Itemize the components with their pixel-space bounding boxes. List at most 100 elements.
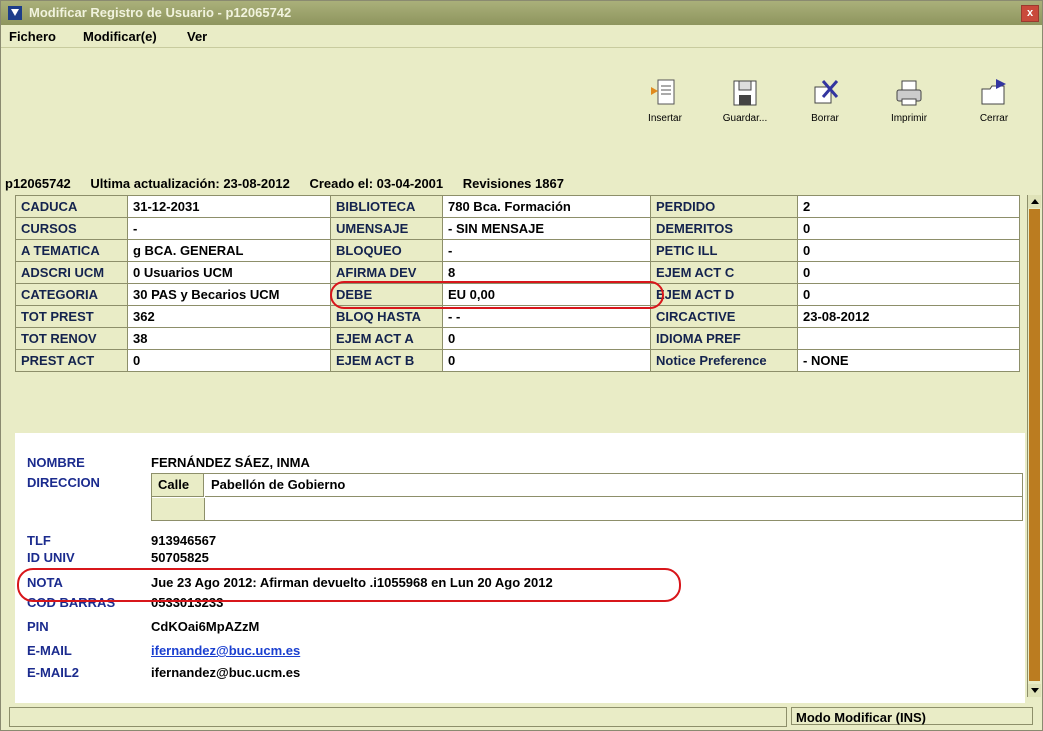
field-value[interactable]: 0 [442, 349, 651, 372]
field-label: CADUCA [15, 195, 128, 218]
menu-ver[interactable]: Ver [187, 29, 207, 44]
vertical-scrollbar[interactable] [1027, 195, 1041, 697]
field-label: ADSCRI UCM [15, 261, 128, 284]
insertar-button[interactable]: Insertar [635, 77, 695, 124]
email-label: E-MAIL [27, 643, 72, 658]
field-value[interactable]: 0 [442, 327, 651, 350]
pin-label: PIN [27, 619, 49, 634]
field-label: EJEM ACT D [650, 283, 798, 306]
grid-row: PREST ACT 0 EJEM ACT B 0 Notice Preference - … [15, 349, 1020, 372]
field-label: PETIC ILL [650, 239, 798, 262]
borrar-label: Borrar [811, 113, 839, 124]
field-label: TOT PREST [15, 305, 128, 328]
field-value[interactable]: 362 [127, 305, 331, 328]
field-label: A TEMATICA [15, 239, 128, 262]
field-label: IDIOMA PREF [650, 327, 798, 350]
field-label: EJEM ACT A [330, 327, 443, 350]
field-value[interactable]: 0 [797, 217, 1020, 240]
printer-icon [896, 80, 922, 106]
field-value[interactable]: g BCA. GENERAL [127, 239, 331, 262]
borrar-button[interactable]: Borrar [795, 77, 855, 124]
id-univ-label: ID UNIV [27, 550, 75, 565]
nombre-label: NOMBRE [27, 455, 85, 470]
field-value[interactable]: 38 [127, 327, 331, 350]
status-bar: Modo Modificar (INS) [9, 707, 1039, 727]
close-folder-icon [981, 79, 1006, 105]
insert-document-icon [651, 79, 675, 105]
nombre-value[interactable]: FERNÁNDEZ SÁEZ, INMA [151, 455, 310, 470]
delete-icon [814, 80, 839, 104]
id-univ-value[interactable]: 50705825 [151, 550, 209, 565]
calle-label: Calle [152, 474, 204, 497]
last-updated: Ultima actualización: 23-08-2012 [90, 176, 290, 191]
field-value[interactable] [797, 327, 1020, 350]
field-label: EJEM ACT B [330, 349, 443, 372]
grid-row: CADUCA 31-12-2031 BIBLIOTECA 780 Bca. Forma… [15, 195, 1020, 218]
field-label: CURSOS [15, 217, 128, 240]
field-value[interactable]: 0 [797, 261, 1020, 284]
field-label: TOT RENOV [15, 327, 128, 350]
nota-highlight [17, 568, 681, 602]
address-table: Calle Pabellón de Gobierno [151, 473, 1023, 521]
save-disk-icon [733, 80, 757, 106]
menu-bar: Fichero Modificar(e) Ver [1, 25, 1042, 48]
guardar-label: Guardar... [722, 113, 768, 124]
grid-row: TOT RENOV 38 EJEM ACT A 0 IDIOMA PREF [15, 327, 1020, 350]
field-value[interactable]: 0 Usuarios UCM [127, 261, 331, 284]
cerrar-label: Cerrar [979, 113, 1009, 124]
direccion-label: DIRECCION [27, 475, 100, 490]
field-value[interactable]: 0 [127, 349, 331, 372]
field-value[interactable]: 30 PAS y Becarios UCM [127, 283, 331, 306]
title-bar[interactable]: Modificar Registro de Usuario - p1206574… [1, 1, 1042, 25]
window: Modificar Registro de Usuario - p1206574… [0, 0, 1043, 731]
field-label: Notice Preference [650, 349, 798, 372]
email2-value[interactable]: ifernandez@buc.ucm.es [151, 665, 300, 680]
tlf-label: TLF [27, 533, 51, 548]
imprimir-label: Imprimir [890, 113, 928, 124]
field-value[interactable]: 780 Bca. Formación [442, 195, 651, 218]
calle-value[interactable]: Pabellón de Gobierno [205, 474, 1022, 497]
field-value[interactable]: - [442, 239, 651, 262]
tlf-value[interactable]: 913946567 [151, 533, 216, 548]
cerrar-button[interactable]: Cerrar [964, 77, 1024, 124]
window-title: Modificar Registro de Usuario - p1206574… [29, 5, 292, 20]
field-value[interactable]: 2 [797, 195, 1020, 218]
field-label: EJEM ACT C [650, 261, 798, 284]
field-label: BIBLIOTECA [330, 195, 443, 218]
imprimir-button[interactable]: Imprimir [879, 77, 939, 124]
grid-row: A TEMATICA g BCA. GENERAL BLOQUEO - PETIC IL… [15, 239, 1020, 262]
scroll-down-icon[interactable] [1028, 684, 1041, 697]
created-date: Creado el: 03-04-2001 [309, 176, 444, 191]
field-label: CIRCACTIVE [650, 305, 798, 328]
email-link[interactable]: ifernandez@buc.ucm.es [151, 643, 300, 658]
field-label: PERDIDO [650, 195, 798, 218]
close-icon[interactable]: x [1021, 5, 1039, 22]
grid-row: CURSOS - UMENSAJE - SIN MENSAJE DEMERITOS 0 [15, 217, 1020, 240]
pin-value[interactable]: CdKOai6MpAZzM [151, 619, 259, 634]
menu-fichero[interactable]: Fichero [9, 29, 56, 44]
field-value[interactable]: - SIN MENSAJE [442, 217, 651, 240]
menu-modificar[interactable]: Modificar(e) [83, 29, 157, 44]
record-info-line: p12065742 Ultima actualización: 23-08-20… [5, 176, 580, 191]
insertar-label: Insertar [648, 113, 682, 124]
afirma-dev-highlight [330, 281, 664, 309]
revisions-count: Revisiones 1867 [462, 176, 564, 191]
field-value[interactable]: 31-12-2031 [127, 195, 331, 218]
field-label: CATEGORIA [15, 283, 128, 306]
address-empty-cell[interactable] [152, 498, 205, 520]
status-message [9, 707, 787, 727]
field-value[interactable]: - NONE [797, 349, 1020, 372]
field-value[interactable]: 23-08-2012 [797, 305, 1020, 328]
scroll-thumb[interactable] [1029, 209, 1040, 681]
field-label: BLOQUEO [330, 239, 443, 262]
field-label: UMENSAJE [330, 217, 443, 240]
field-label: PREST ACT [15, 349, 128, 372]
app-icon [8, 6, 22, 20]
guardar-button[interactable]: Guardar... [715, 77, 775, 124]
field-value[interactable]: - [127, 217, 331, 240]
field-value[interactable]: 0 [797, 283, 1020, 306]
scroll-up-icon[interactable] [1028, 195, 1041, 208]
record-id: p12065742 [5, 176, 71, 191]
field-value[interactable]: 0 [797, 239, 1020, 262]
field-label: DEMERITOS [650, 217, 798, 240]
